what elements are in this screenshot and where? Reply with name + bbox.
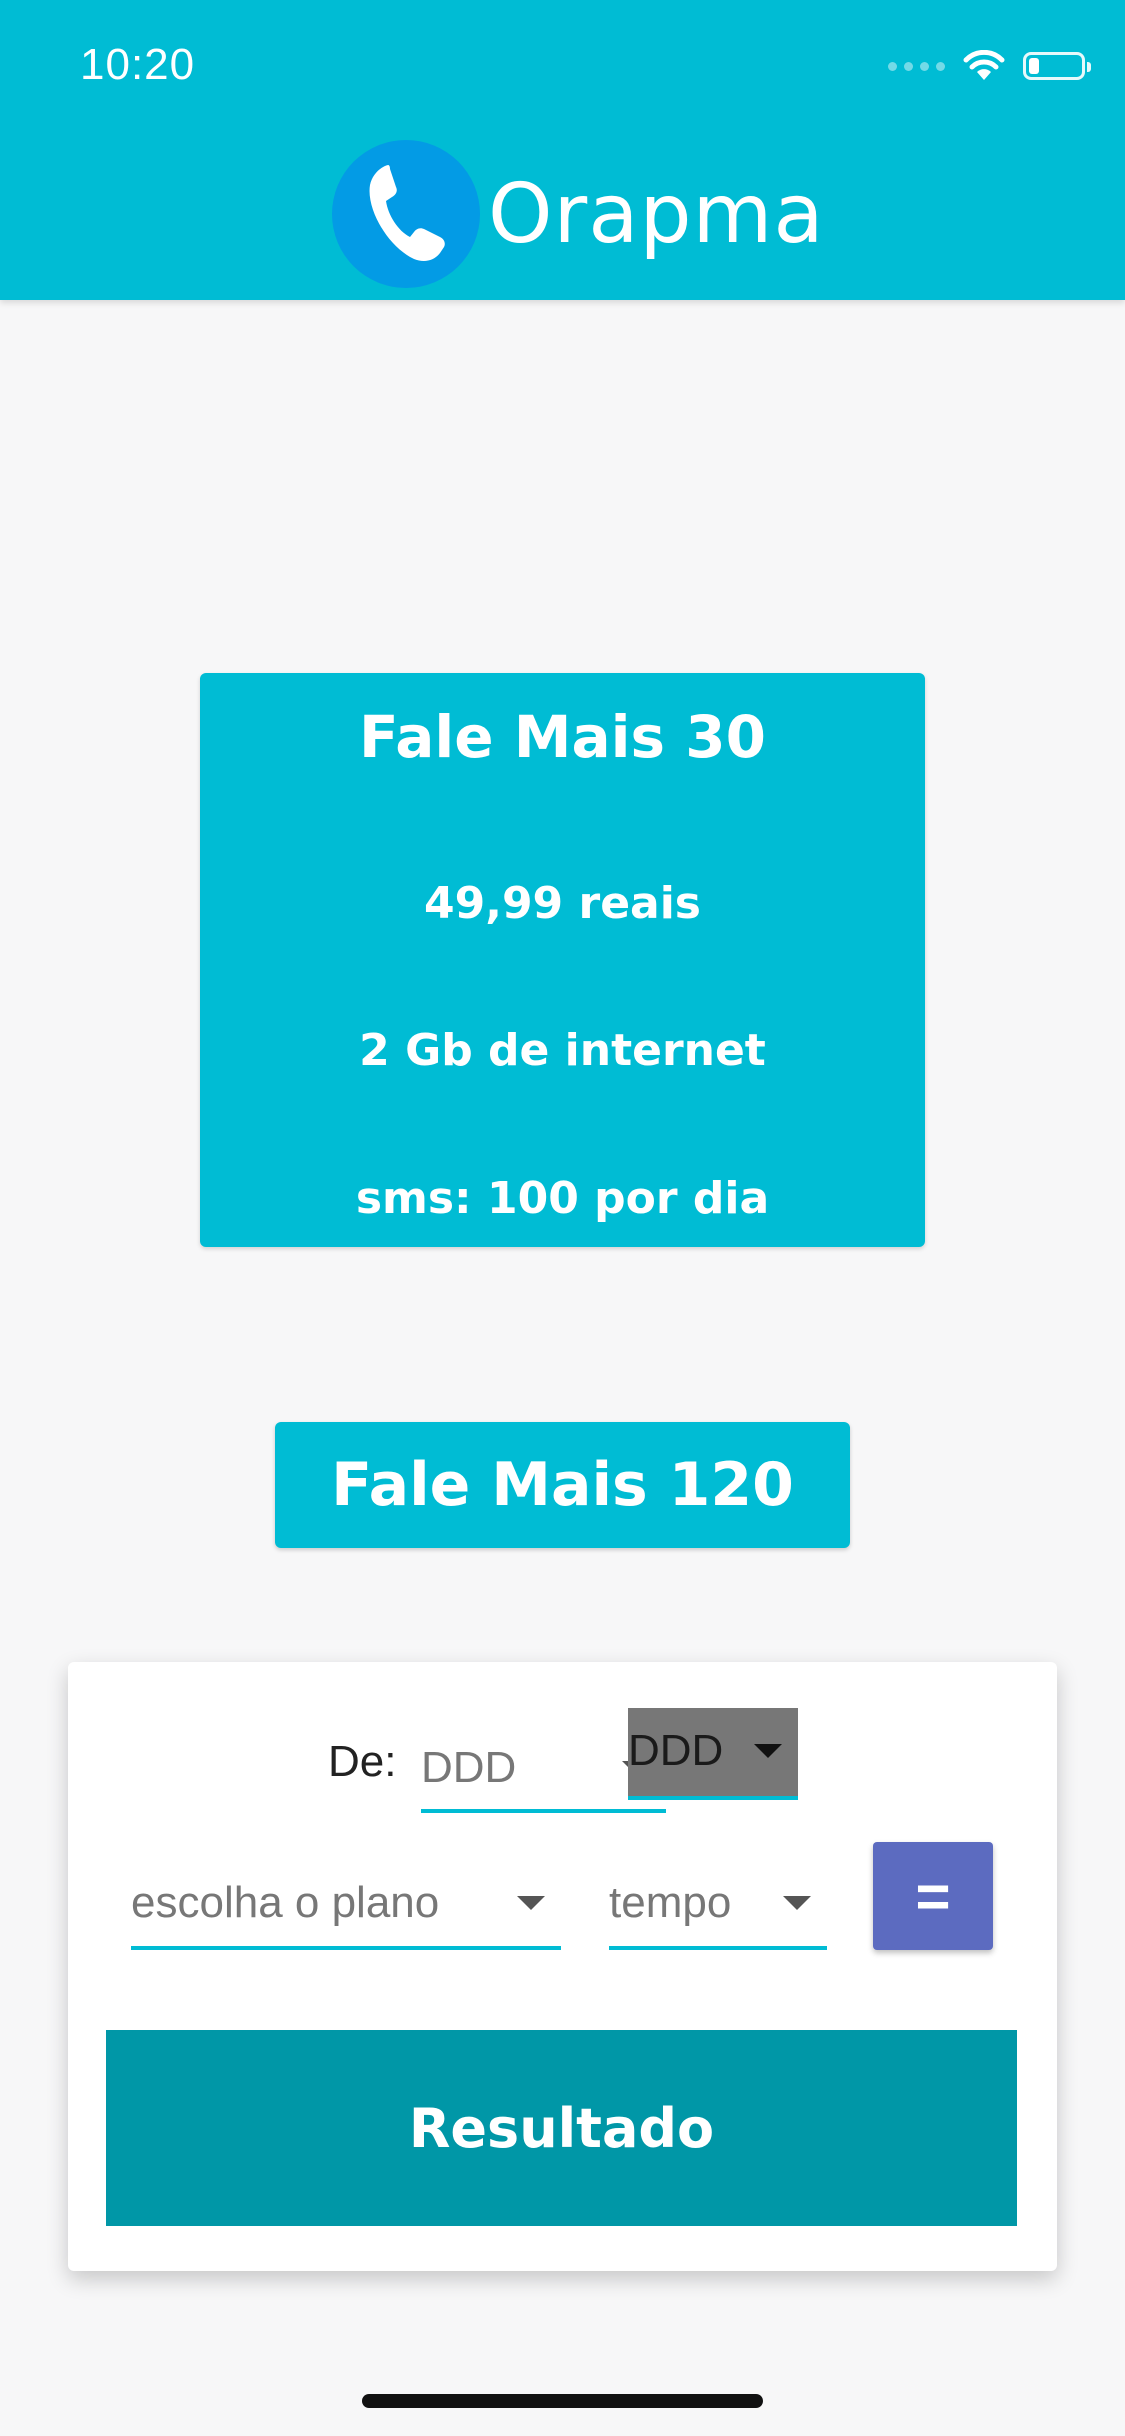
from-label: De:: [328, 1737, 397, 1786]
status-icons: [888, 50, 1091, 82]
time-placeholder: tempo: [609, 1878, 732, 1927]
chevron-down-icon: [517, 1896, 545, 1910]
plan-price: 49,99 reais: [424, 878, 701, 929]
wifi-icon: [963, 50, 1005, 82]
app-header: 10:20 Orapma: [0, 0, 1125, 300]
signal-icon: [888, 61, 945, 71]
ddd-to-placeholder: DDD: [628, 1726, 724, 1775]
ddd-from-placeholder: DDD: [421, 1743, 517, 1792]
plan-sms: sms: 100 por dia: [355, 1173, 770, 1224]
plan-placeholder: escolha o plano: [131, 1878, 440, 1927]
plan-card: Fale Mais 30 49,99 reais 2 Gb de interne…: [200, 673, 925, 1247]
plan-switch-button[interactable]: Fale Mais 120: [275, 1422, 850, 1548]
plan-internet: 2 Gb de internet: [359, 1025, 766, 1076]
app-name: Orapma: [488, 166, 825, 262]
time-dropdown[interactable]: tempo: [609, 1860, 827, 1950]
calculator-card: De: DDD DDD escolha o plano tempo = Resu…: [68, 1662, 1057, 2271]
brand: Orapma: [332, 140, 825, 288]
ddd-to-dropdown[interactable]: DDD: [628, 1708, 798, 1800]
home-indicator: [362, 2394, 763, 2408]
phone-icon: [332, 140, 480, 288]
battery-icon: [1023, 52, 1091, 80]
status-time: 10:20: [80, 40, 196, 89]
equals-button[interactable]: =: [873, 1842, 993, 1950]
chevron-down-icon: [754, 1744, 782, 1758]
chevron-down-icon: [783, 1896, 811, 1910]
plan-title: Fale Mais 30: [359, 703, 766, 771]
result-button[interactable]: Resultado: [106, 2030, 1017, 2226]
plan-dropdown[interactable]: escolha o plano: [131, 1860, 561, 1950]
